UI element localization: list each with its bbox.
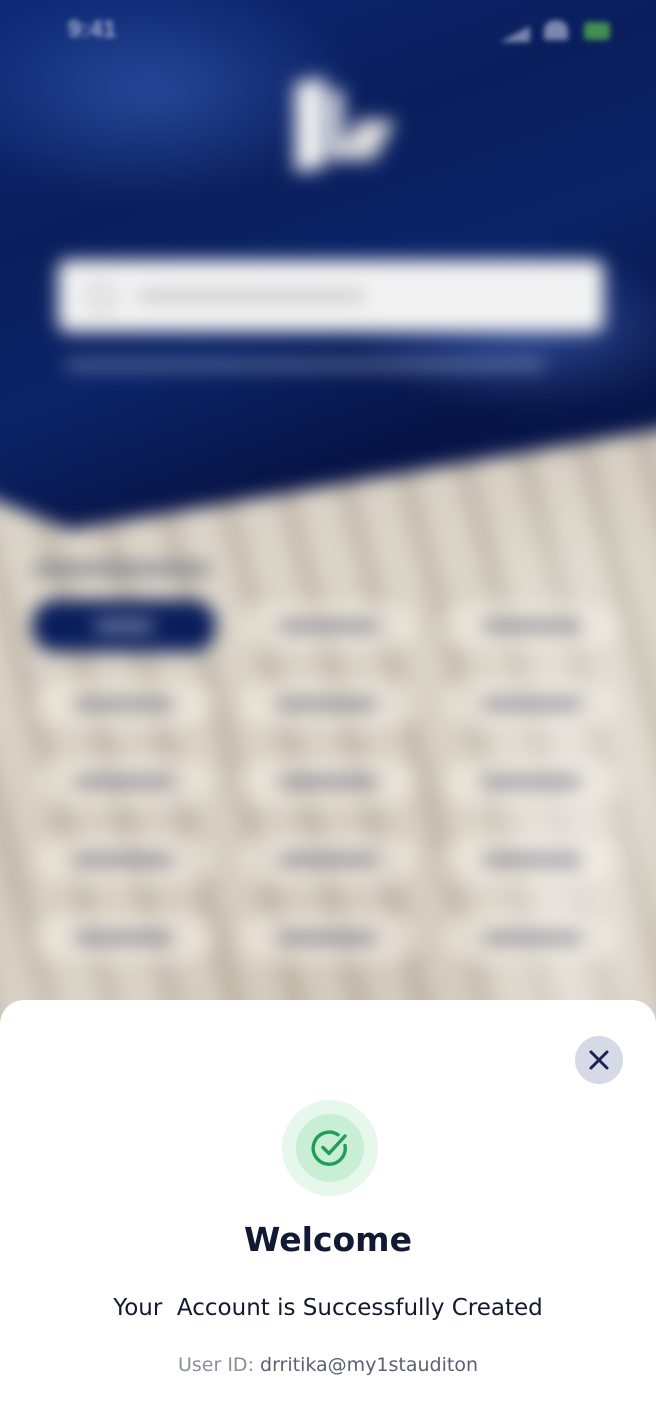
search-placeholder xyxy=(136,290,366,302)
category-pill xyxy=(32,600,216,652)
user-id-label: User ID: xyxy=(177,1354,254,1376)
status-icons xyxy=(500,16,620,44)
user-id-line: User ID: drritika@my1stauditon xyxy=(0,1350,656,1380)
category-pill xyxy=(440,600,624,652)
background-search-bar xyxy=(58,260,604,332)
category-pill xyxy=(440,834,624,886)
category-pill xyxy=(236,756,420,808)
app-logo xyxy=(295,77,396,173)
close-button[interactable] xyxy=(575,1036,623,1084)
search-icon xyxy=(86,282,116,312)
wifi-icon xyxy=(544,20,568,40)
category-pill xyxy=(236,678,420,730)
check-circle-icon xyxy=(311,1130,347,1166)
category-pill xyxy=(236,600,420,652)
category-pill xyxy=(236,912,420,964)
category-pill xyxy=(32,756,216,808)
search-hint xyxy=(65,360,545,370)
close-icon xyxy=(589,1050,609,1070)
category-pill xyxy=(32,678,216,730)
success-badge xyxy=(282,1100,378,1196)
signal-icon xyxy=(500,26,530,42)
category-pill xyxy=(440,678,624,730)
success-bottom-sheet: Welcome Your Account is Successfully Cre… xyxy=(0,1000,656,1416)
success-message: Your Account is Successfully Created xyxy=(113,1295,543,1321)
category-pill xyxy=(32,834,216,886)
battery-icon xyxy=(584,22,610,40)
user-id-value: drritika@my1stauditon xyxy=(260,1354,479,1376)
status-time: 9:41 xyxy=(68,16,117,43)
category-pill xyxy=(236,834,420,886)
welcome-title: Welcome xyxy=(244,1220,412,1259)
section-label xyxy=(32,562,212,576)
category-pill xyxy=(32,912,216,964)
category-pill xyxy=(440,756,624,808)
category-pill xyxy=(440,912,624,964)
